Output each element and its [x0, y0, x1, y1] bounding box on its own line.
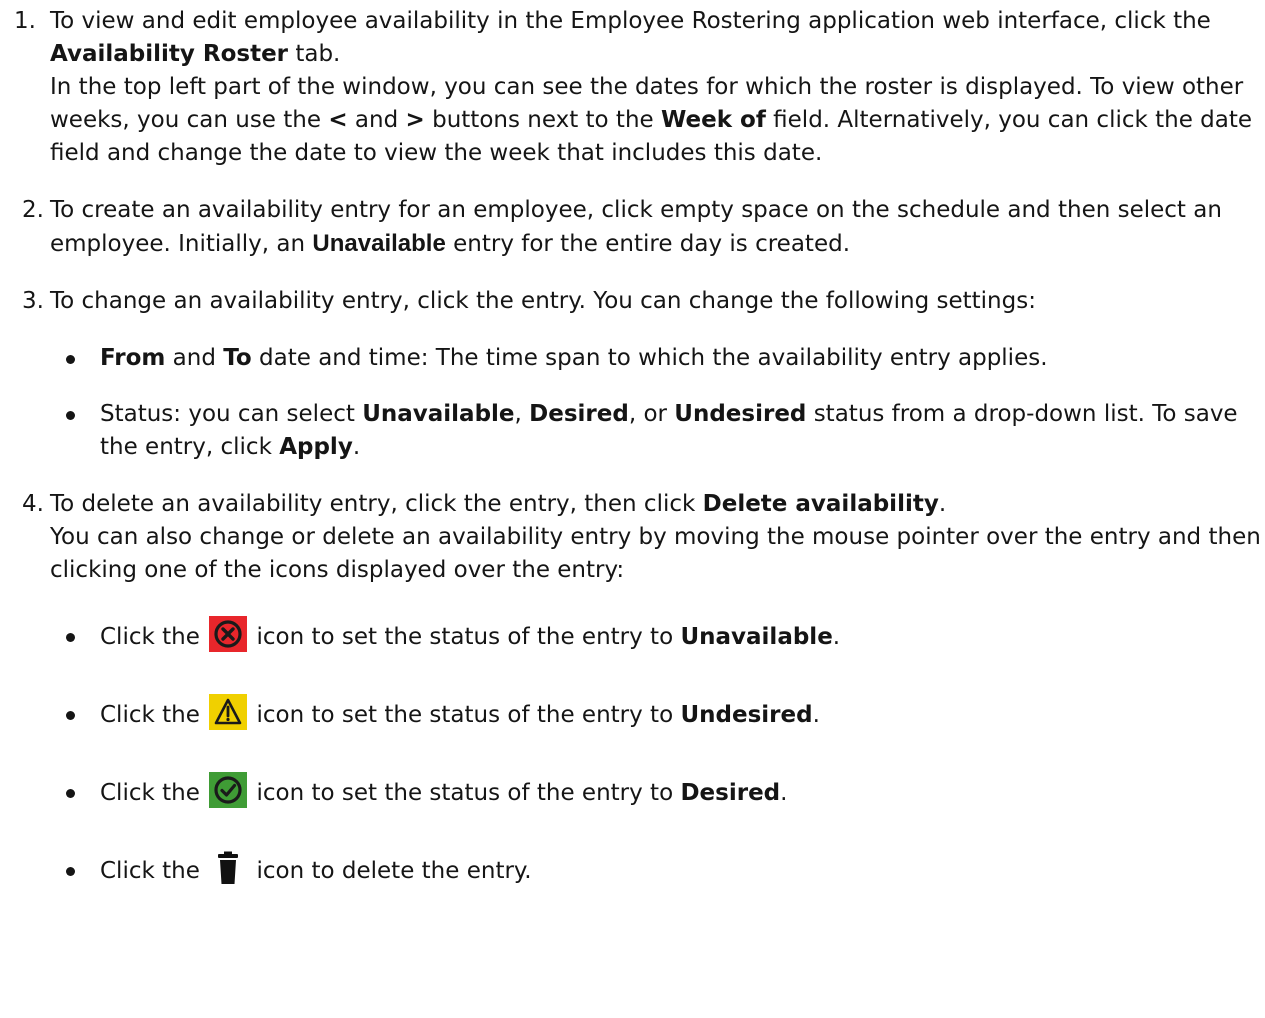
- desired-label: Desired: [529, 401, 629, 427]
- step-text: date and time: The time span to which th…: [251, 345, 1048, 371]
- undesired-label: Undesired: [680, 702, 813, 728]
- bullet-dot: [66, 867, 75, 876]
- list-item: Click the icon to set the status of the …: [50, 693, 1262, 735]
- list-item: Click the icon to set the status of the …: [50, 771, 1262, 813]
- apply-label: Apply: [279, 434, 353, 460]
- unavailable-label: Unavailable: [362, 401, 515, 427]
- step-text: .: [832, 624, 841, 650]
- unavailable-label: Unavailable: [312, 230, 446, 257]
- step-text: and: [165, 345, 224, 371]
- step-text: icon to delete the entry.: [249, 858, 532, 884]
- step-text: tab.: [288, 41, 341, 67]
- unavailable-label: Unavailable: [680, 624, 833, 650]
- step-text: entry for the entire day is created.: [445, 231, 851, 257]
- step-text: ,: [514, 401, 530, 427]
- desired-label: Desired: [680, 780, 781, 806]
- step-4-paragraph-2: You can also change or delete an availab…: [50, 524, 1261, 583]
- step-text: Status: you can select: [100, 401, 363, 427]
- step-1-paragraph-2: In the top left part of the window, you …: [50, 71, 1262, 170]
- step-text: To view and edit employee availability i…: [50, 8, 1211, 34]
- list-item: From and To date and time: The time span…: [50, 342, 1262, 375]
- bullet-dot: [66, 411, 75, 420]
- bullet-dot: [66, 355, 75, 364]
- procedure-steps: 1. To view and edit employee availabilit…: [0, 5, 1262, 891]
- step-3-intro: To change an availability entry, click t…: [50, 288, 1036, 314]
- step-number: 4.: [22, 491, 44, 517]
- step-text: , or: [628, 401, 675, 427]
- bullet-dot: [66, 789, 75, 798]
- to-label: To: [223, 345, 252, 371]
- step-number: 3.: [22, 288, 44, 314]
- step-text: and: [347, 107, 406, 133]
- procedure-document: 1. To view and edit employee availabilit…: [0, 5, 1262, 891]
- list-item: Status: you can select Unavailable, Desi…: [50, 398, 1262, 464]
- step-text: .: [938, 491, 947, 517]
- delete-availability-label: Delete availability: [702, 491, 939, 517]
- icon-actions-list: Click the icon to set the status of the …: [50, 615, 1262, 891]
- step-text: Click the: [100, 624, 208, 650]
- step-number: 2.: [22, 197, 44, 223]
- step-text: .: [812, 702, 820, 728]
- undesired-label: Undesired: [674, 401, 807, 427]
- step-2: 2. To create an availability entry for a…: [0, 194, 1262, 261]
- step-1-paragraph-1: To view and edit employee availability i…: [50, 5, 1262, 71]
- list-item: Click the icon to delete the entry.: [50, 851, 1262, 891]
- step-number: 1.: [14, 8, 36, 34]
- step-3: 3. To change an availability entry, clic…: [0, 285, 1262, 464]
- trash-icon: [209, 850, 247, 886]
- step-text: icon to set the status of the entry to: [249, 780, 681, 806]
- step-text: buttons next to the: [424, 107, 661, 133]
- prev-week-glyph: <: [328, 107, 348, 133]
- step-4: 4. To delete an availability entry, clic…: [0, 488, 1262, 891]
- step-text: Click the: [100, 702, 208, 728]
- list-item: Click the icon to set the status of the …: [50, 615, 1262, 657]
- step-text: Click the: [100, 780, 208, 806]
- step-text: icon to set the status of the entry to: [249, 702, 681, 728]
- settings-list: From and To date and time: The time span…: [50, 342, 1262, 464]
- week-of-label: Week of: [661, 107, 766, 133]
- bullet-dot: [66, 633, 75, 642]
- availability-roster-label: Availability Roster: [50, 41, 289, 67]
- step-text: .: [352, 434, 361, 460]
- step-text: .: [780, 780, 788, 806]
- step-4-paragraph-1: To delete an availability entry, click t…: [50, 488, 1262, 521]
- bullet-dot: [66, 711, 75, 720]
- step-text: Click the: [100, 858, 208, 884]
- next-week-glyph: >: [405, 107, 425, 133]
- desired-icon: [209, 771, 248, 808]
- step-2-paragraph: To create an availability entry for an e…: [50, 194, 1262, 261]
- step-text: icon to set the status of the entry to: [249, 624, 681, 650]
- undesired-icon: [209, 693, 248, 730]
- unavailable-icon: [209, 615, 248, 652]
- step-text: To delete an availability entry, click t…: [50, 491, 703, 517]
- step-1: 1. To view and edit employee availabilit…: [0, 5, 1262, 170]
- from-label: From: [100, 345, 166, 371]
